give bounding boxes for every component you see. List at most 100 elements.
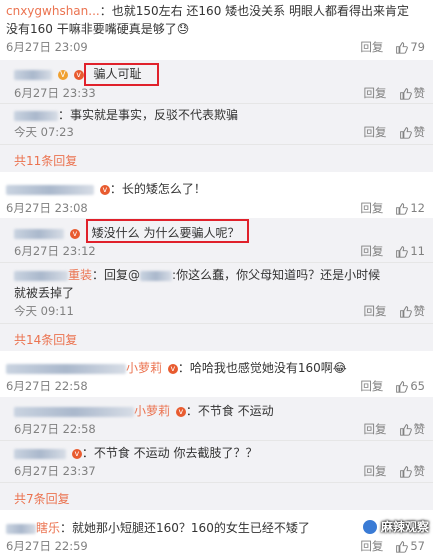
blurred-username bbox=[6, 363, 126, 374]
comment-text: cnxygwhshan...：也就150左右 还160 矮也没关系 明眼人都看得… bbox=[6, 4, 409, 18]
reply-username[interactable]: 小萝莉 bbox=[134, 404, 170, 418]
divider bbox=[0, 144, 433, 145]
highlight-box bbox=[86, 219, 249, 243]
reply-button[interactable]: 回复 bbox=[360, 243, 383, 259]
reply-actions: 回复 赞 bbox=[364, 85, 426, 101]
reply-button[interactable]: 回复 bbox=[364, 124, 387, 140]
more-replies-link[interactable]: 共7条回复 bbox=[14, 490, 70, 507]
like-button[interactable]: 赞 bbox=[399, 463, 425, 479]
reply-row: ：事实就是事实，反驳不代表欺骗 bbox=[14, 106, 238, 124]
divider bbox=[0, 103, 433, 104]
more-replies-link[interactable]: 共14条回复 bbox=[14, 331, 77, 348]
reply-actions: 回复 赞 bbox=[364, 124, 426, 140]
divider bbox=[0, 323, 433, 324]
blurred-username bbox=[14, 110, 58, 121]
highlight-box bbox=[84, 63, 159, 86]
divider bbox=[0, 262, 433, 263]
thumbs-up-icon bbox=[396, 245, 409, 258]
comment-time: 6月27日 22:59 bbox=[6, 539, 88, 553]
reply-actions: 回复 赞 bbox=[364, 421, 426, 437]
divider bbox=[0, 440, 433, 441]
vip-badge-icon: v bbox=[99, 184, 110, 195]
watermark: 麻辣观察 bbox=[361, 518, 429, 535]
thumbs-up-icon bbox=[396, 41, 409, 54]
comment-row: 小萝莉 v ：哈哈我也感觉她没有160啊😂 bbox=[6, 359, 347, 377]
like-count: 57 bbox=[410, 539, 425, 553]
reply-button[interactable]: 回复 bbox=[360, 39, 383, 55]
reply-actions: 回复 赞 bbox=[364, 303, 426, 319]
comment-time: 6月27日 22:58 bbox=[6, 379, 88, 393]
reply-button[interactable]: 回复 bbox=[364, 421, 387, 437]
comment-username[interactable]: cnxygwhshan... bbox=[6, 4, 100, 18]
reply-row: 小萝莉 v ：不节食 不运动 bbox=[14, 402, 274, 420]
reply-time: 6月27日 23:33 bbox=[14, 86, 96, 100]
reply-button[interactable]: 回复 bbox=[360, 200, 383, 216]
comment-actions: 回复 57 bbox=[360, 538, 425, 554]
comment-actions: 回复 12 bbox=[360, 200, 425, 216]
reply-button[interactable]: 回复 bbox=[360, 378, 383, 394]
reply-button[interactable]: 回复 bbox=[364, 463, 387, 479]
thumbs-up-icon bbox=[396, 202, 409, 215]
sweat-emoji-icon: 😓 bbox=[176, 22, 190, 36]
comment-username[interactable]: 小萝莉 bbox=[126, 361, 162, 375]
reply-actions: 回复 11 bbox=[360, 243, 425, 259]
reply-actions: 回复 赞 bbox=[364, 463, 426, 479]
reply-row: v ：不节食 不运动 你去截肢了？？ bbox=[14, 444, 257, 462]
reply-time: 6月27日 23:37 bbox=[14, 464, 96, 478]
blurred-username bbox=[6, 184, 94, 195]
like-button[interactable]: 12 bbox=[395, 201, 425, 215]
like-button[interactable]: 57 bbox=[395, 539, 425, 553]
blurred-username bbox=[14, 69, 52, 80]
reply-button[interactable]: 回复 bbox=[364, 303, 387, 319]
vip-badge-icon: v bbox=[175, 406, 186, 417]
comment-text-line2: 没有160 干嘛非要嘴硬真是够了😓 bbox=[6, 22, 190, 36]
thumbs-up-icon bbox=[396, 540, 409, 553]
comment-row: v ：长的矮怎么了！ bbox=[6, 180, 206, 198]
reply-row: 重装：回复@:你这么蠢，你父母知道吗？还是小时候 bbox=[14, 266, 380, 284]
comment-row: 瞎乐：就她那小短腿还160？160的女生已经不矮了 bbox=[6, 519, 310, 537]
blurred-mention bbox=[140, 270, 173, 281]
vip-badge-icon: v bbox=[71, 448, 82, 459]
thumbs-up-icon bbox=[396, 380, 409, 393]
like-button[interactable]: 65 bbox=[395, 379, 425, 393]
vip-badge-icon: v bbox=[73, 69, 84, 80]
comment-actions: 回复 65 bbox=[360, 378, 425, 394]
reply-time: 今天 09:11 bbox=[14, 304, 74, 318]
vip-badge-icon: v bbox=[69, 228, 80, 239]
like-button[interactable]: 赞 bbox=[399, 303, 425, 319]
reply-username[interactable]: 重装 bbox=[68, 268, 92, 282]
like-button[interactable]: 赞 bbox=[399, 421, 425, 437]
reply-time: 6月27日 23:12 bbox=[14, 244, 96, 258]
thumbs-up-icon bbox=[399, 305, 412, 318]
thumbs-up-icon bbox=[399, 126, 412, 139]
reply-time: 今天 07:23 bbox=[14, 125, 74, 139]
reply-time: 6月27日 22:58 bbox=[14, 422, 96, 436]
reply-button[interactable]: 回复 bbox=[360, 538, 383, 554]
like-count: 12 bbox=[410, 201, 425, 215]
comment-actions: 回复 79 bbox=[360, 39, 425, 55]
reply-button[interactable]: 回复 bbox=[364, 85, 387, 101]
like-count: 79 bbox=[410, 40, 425, 54]
comment-time: 6月27日 23:09 bbox=[6, 40, 88, 54]
like-button[interactable]: 79 bbox=[395, 40, 425, 54]
thumbs-up-icon bbox=[399, 87, 412, 100]
like-count: 11 bbox=[410, 244, 425, 258]
comment-username[interactable]: 瞎乐 bbox=[36, 521, 60, 535]
blurred-username bbox=[14, 448, 66, 459]
thumbs-up-icon bbox=[399, 423, 412, 436]
like-count: 65 bbox=[410, 379, 425, 393]
blurred-username bbox=[14, 406, 134, 417]
blurred-username bbox=[14, 228, 64, 239]
thumbs-up-icon bbox=[399, 465, 412, 478]
verified-badge-icon: V bbox=[57, 69, 68, 80]
divider bbox=[0, 482, 433, 483]
like-button[interactable]: 赞 bbox=[399, 85, 425, 101]
like-button[interactable]: 赞 bbox=[399, 124, 425, 140]
reply-row-line2: 就被丢掉了 bbox=[14, 286, 75, 300]
like-button[interactable]: 11 bbox=[395, 244, 425, 258]
blurred-username bbox=[14, 270, 68, 281]
more-replies-link[interactable]: 共11条回复 bbox=[14, 152, 77, 169]
laugh-emoji-icon: 😂 bbox=[332, 361, 347, 375]
blurred-username bbox=[6, 523, 36, 534]
vip-badge-icon: v bbox=[167, 363, 178, 374]
